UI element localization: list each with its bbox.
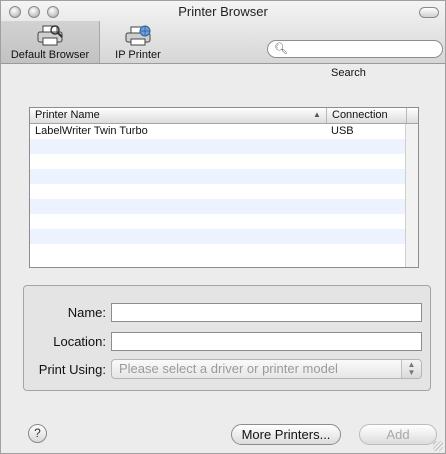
- name-field[interactable]: [111, 303, 422, 322]
- location-label: Location:: [53, 334, 106, 349]
- help-button[interactable]: ?: [28, 424, 47, 443]
- print-using-value: Please select a driver or printer model: [119, 361, 338, 376]
- printer-list[interactable]: Printer Name ▲ Connection LabelWriter Tw…: [29, 107, 419, 268]
- empty-row: [30, 169, 418, 184]
- table-rows: LabelWriter Twin Turbo USB: [30, 124, 418, 259]
- empty-row: [30, 244, 418, 259]
- updown-arrows-icon: ▲ ▼: [401, 360, 421, 378]
- printer-browser-window: Printer Browser Default Browser IP Print…: [0, 0, 446, 454]
- printer-icon: [37, 25, 63, 46]
- add-button[interactable]: Add: [359, 424, 437, 445]
- ip-printer-label: IP Printer: [115, 49, 161, 61]
- column-header-printer-name[interactable]: Printer Name: [35, 109, 100, 121]
- resize-grip-icon[interactable]: [433, 441, 443, 451]
- title-bar: Printer Browser Default Browser IP Print…: [1, 1, 445, 79]
- empty-row: [30, 199, 418, 214]
- ip-printer-button[interactable]: IP Printer: [103, 21, 173, 63]
- vertical-scrollbar[interactable]: [405, 124, 418, 267]
- more-printers-button[interactable]: More Printers...: [231, 424, 341, 445]
- window-title: Printer Browser: [178, 4, 268, 19]
- name-label: Name:: [67, 305, 106, 320]
- network-printer-icon: [125, 25, 151, 46]
- search-field[interactable]: 🔍︎: [267, 40, 443, 58]
- location-field[interactable]: [111, 332, 422, 351]
- column-header-connection[interactable]: Connection: [326, 108, 388, 123]
- empty-row: [30, 184, 418, 199]
- print-using-label: Print Using:: [38, 362, 106, 377]
- empty-row: [30, 214, 418, 229]
- default-browser-button[interactable]: Default Browser: [1, 21, 100, 63]
- empty-row: [30, 229, 418, 244]
- column-header-filler: [406, 108, 419, 123]
- sort-ascending-icon: ▲: [313, 110, 321, 119]
- table-row[interactable]: LabelWriter Twin Turbo USB: [30, 124, 418, 139]
- printer-name-cell: LabelWriter Twin Turbo: [35, 125, 148, 137]
- empty-row: [30, 154, 418, 169]
- empty-row: [30, 139, 418, 154]
- toolbar-toggle-icon[interactable]: [419, 7, 439, 18]
- search-label: Search: [331, 67, 366, 79]
- default-browser-label: Default Browser: [10, 49, 90, 61]
- connection-cell: USB: [331, 125, 354, 137]
- search-icon: 🔍︎: [274, 43, 288, 55]
- table-header: Printer Name ▲ Connection: [30, 108, 418, 124]
- print-using-popup[interactable]: Please select a driver or printer model …: [111, 359, 422, 379]
